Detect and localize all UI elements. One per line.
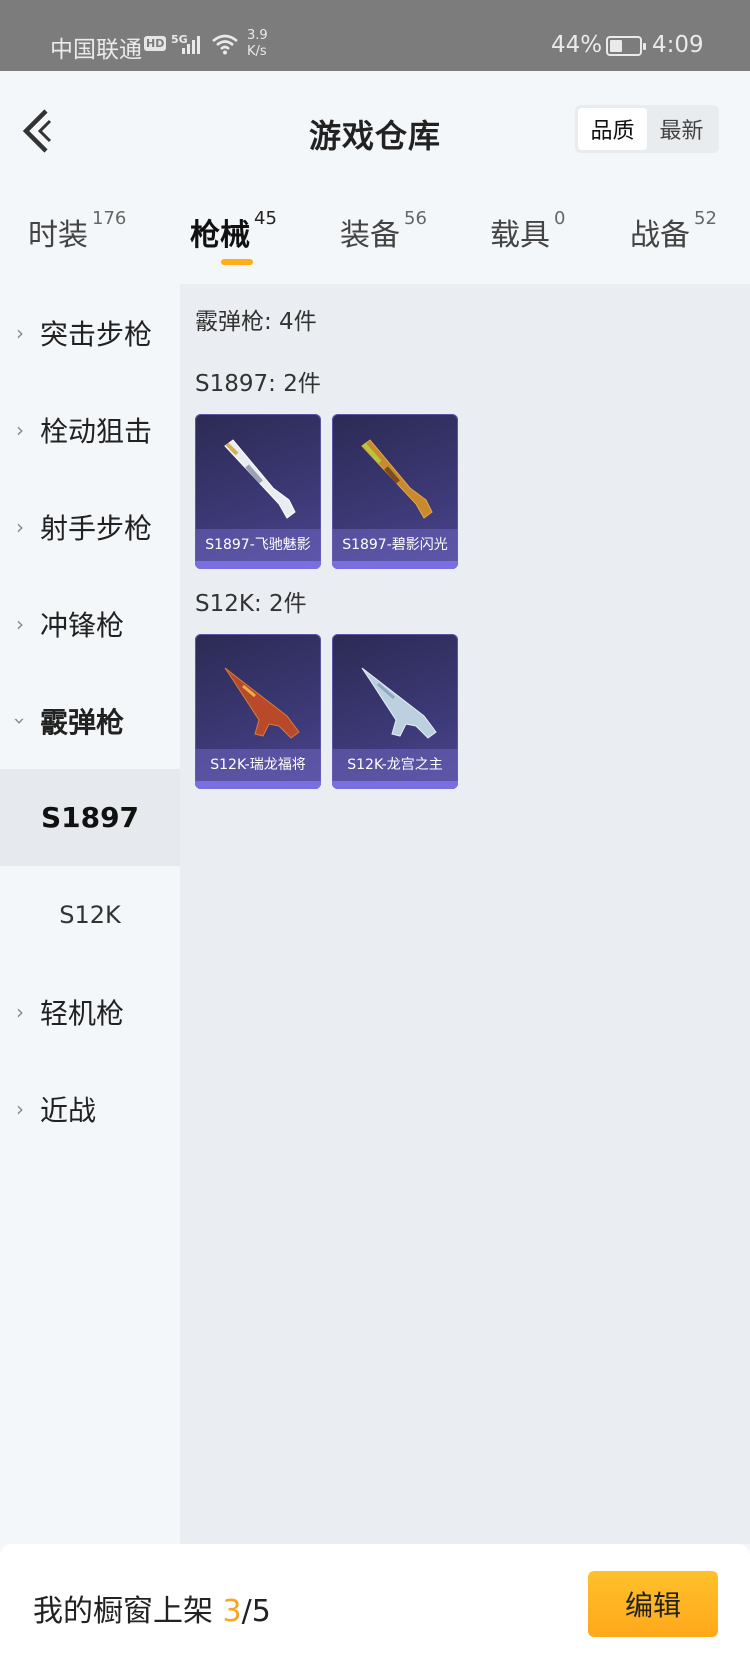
tab-count: 52 bbox=[694, 208, 717, 229]
rarity-bar bbox=[332, 561, 458, 569]
sort-toggle: 品质 最新 bbox=[575, 105, 719, 153]
weapon-category-sidebar: › 突击步枪 › 栓动狙击 › 射手步枪 › 冲锋枪 › 霰弹枪 S1897 S… bbox=[0, 284, 180, 1544]
sort-option-newest[interactable]: 最新 bbox=[647, 108, 716, 150]
showcase-status: 我的橱窗上架 3/5 bbox=[33, 1586, 271, 1630]
category-tabs: 时装 176 枪械 45 装备 56 载具 0 战备 52 bbox=[0, 186, 750, 284]
chevron-right-icon: › bbox=[16, 514, 24, 539]
sidebar-sub-s12k[interactable]: S12K bbox=[0, 866, 180, 963]
rarity-bar bbox=[195, 561, 321, 569]
sidebar-item-bolt-sniper[interactable]: › 栓动狙击 bbox=[0, 381, 180, 478]
group-title: S12K: 2件 bbox=[195, 591, 307, 617]
weapon-name: S1897-飞驰魅影 bbox=[195, 529, 321, 561]
weapon-name: S1897-碧影闪光 bbox=[332, 529, 458, 561]
sidebar-item-shotgun[interactable]: › 霰弹枪 bbox=[0, 672, 180, 769]
battery-icon bbox=[606, 36, 646, 56]
rifle-icon bbox=[224, 667, 300, 739]
tab-count: 45 bbox=[254, 208, 277, 229]
showcase-total: /5 bbox=[241, 1594, 271, 1629]
sidebar-item-label: 突击步枪 bbox=[40, 317, 153, 351]
weapon-name: S12K-龙宫之主 bbox=[332, 749, 458, 781]
weapon-card[interactable]: S12K-瑞龙福将 bbox=[195, 634, 321, 789]
showcase-label: 我的橱窗上架 bbox=[33, 1594, 213, 1629]
sidebar-item-label: 栓动狙击 bbox=[40, 414, 153, 448]
net-speed-value: 3.9 bbox=[247, 28, 268, 43]
category-summary: 霰弹枪: 4件 bbox=[195, 309, 317, 335]
tab-label: 时装 bbox=[28, 218, 88, 253]
tab-count: 176 bbox=[92, 208, 127, 229]
app-header: 游戏仓库 品质 最新 bbox=[0, 71, 750, 186]
wifi-icon bbox=[212, 34, 238, 55]
chevron-down-icon: › bbox=[8, 716, 32, 725]
active-tab-indicator bbox=[221, 259, 253, 265]
sidebar-sub-s1897[interactable]: S1897 bbox=[0, 769, 180, 866]
weapon-card[interactable]: S1897-飞驰魅影 bbox=[195, 414, 321, 569]
weapon-card[interactable]: S1897-碧影闪光 bbox=[332, 414, 458, 569]
chevron-right-icon: › bbox=[16, 999, 24, 1024]
tab-label: 枪械 bbox=[190, 218, 250, 253]
battery-percent: 44% bbox=[551, 32, 603, 58]
clock: 4:09 bbox=[652, 32, 704, 58]
sort-option-quality[interactable]: 品质 bbox=[578, 108, 647, 150]
edit-button[interactable]: 编辑 bbox=[588, 1571, 718, 1637]
sidebar-item-lmg[interactable]: › 轻机枪 bbox=[0, 963, 180, 1060]
sidebar-item-assault-rifle[interactable]: › 突击步枪 bbox=[0, 284, 180, 381]
sidebar-item-label: 霰弹枪 bbox=[40, 705, 125, 739]
tab-count: 56 bbox=[404, 208, 427, 229]
tab-equipment[interactable]: 装备 56 bbox=[340, 208, 427, 254]
chevron-right-icon: › bbox=[16, 417, 24, 442]
net-speed-unit: K/s bbox=[247, 44, 267, 59]
chevron-right-icon: › bbox=[16, 320, 24, 345]
shotgun-icon bbox=[361, 439, 433, 519]
net-speed: 3.9 K/s bbox=[247, 28, 268, 60]
status-bar: 中国联通 HD 5G 3.9 K/s 44% 4:09 bbox=[0, 0, 750, 71]
showcase-current: 3 bbox=[222, 1594, 242, 1629]
hd-badge: HD bbox=[144, 36, 167, 51]
shotgun-icon bbox=[224, 439, 296, 519]
chevron-right-icon: › bbox=[16, 1096, 24, 1121]
chevron-right-icon: › bbox=[16, 611, 24, 636]
tab-label: 载具 bbox=[490, 218, 550, 253]
tab-vehicles[interactable]: 载具 0 bbox=[490, 208, 566, 254]
sidebar-item-label: 轻机枪 bbox=[40, 996, 125, 1030]
tab-count: 0 bbox=[554, 208, 566, 229]
group-title: S1897: 2件 bbox=[195, 371, 321, 397]
sidebar-item-label: 近战 bbox=[40, 1093, 97, 1127]
tab-battle-gear[interactable]: 战备 52 bbox=[630, 208, 717, 254]
tab-label: 战备 bbox=[630, 218, 690, 253]
battery-fill bbox=[610, 40, 622, 52]
weapon-grid: 霰弹枪: 4件 S1897: 2件 S1897-飞驰魅影 S1897-碧影闪光 … bbox=[180, 284, 750, 1544]
sidebar-item-label: 冲锋枪 bbox=[40, 608, 125, 642]
tab-fashion[interactable]: 时装 176 bbox=[28, 208, 127, 254]
sidebar-item-marksman-rifle[interactable]: › 射手步枪 bbox=[0, 478, 180, 575]
rarity-bar bbox=[195, 781, 321, 789]
sidebar-item-melee[interactable]: › 近战 bbox=[0, 1060, 180, 1157]
signal-icon bbox=[182, 34, 204, 54]
bottom-bar: 我的橱窗上架 3/5 编辑 bbox=[0, 1544, 750, 1658]
weapon-card[interactable]: S12K-龙宫之主 bbox=[332, 634, 458, 789]
tab-label: 装备 bbox=[340, 218, 400, 253]
carrier-name: 中国联通 bbox=[50, 37, 142, 63]
rifle-icon bbox=[361, 667, 437, 739]
sidebar-item-smg[interactable]: › 冲锋枪 bbox=[0, 575, 180, 672]
rarity-bar bbox=[332, 781, 458, 789]
tab-firearms[interactable]: 枪械 45 bbox=[190, 208, 277, 254]
sidebar-item-label: 射手步枪 bbox=[40, 511, 153, 545]
weapon-name: S12K-瑞龙福将 bbox=[195, 749, 321, 781]
